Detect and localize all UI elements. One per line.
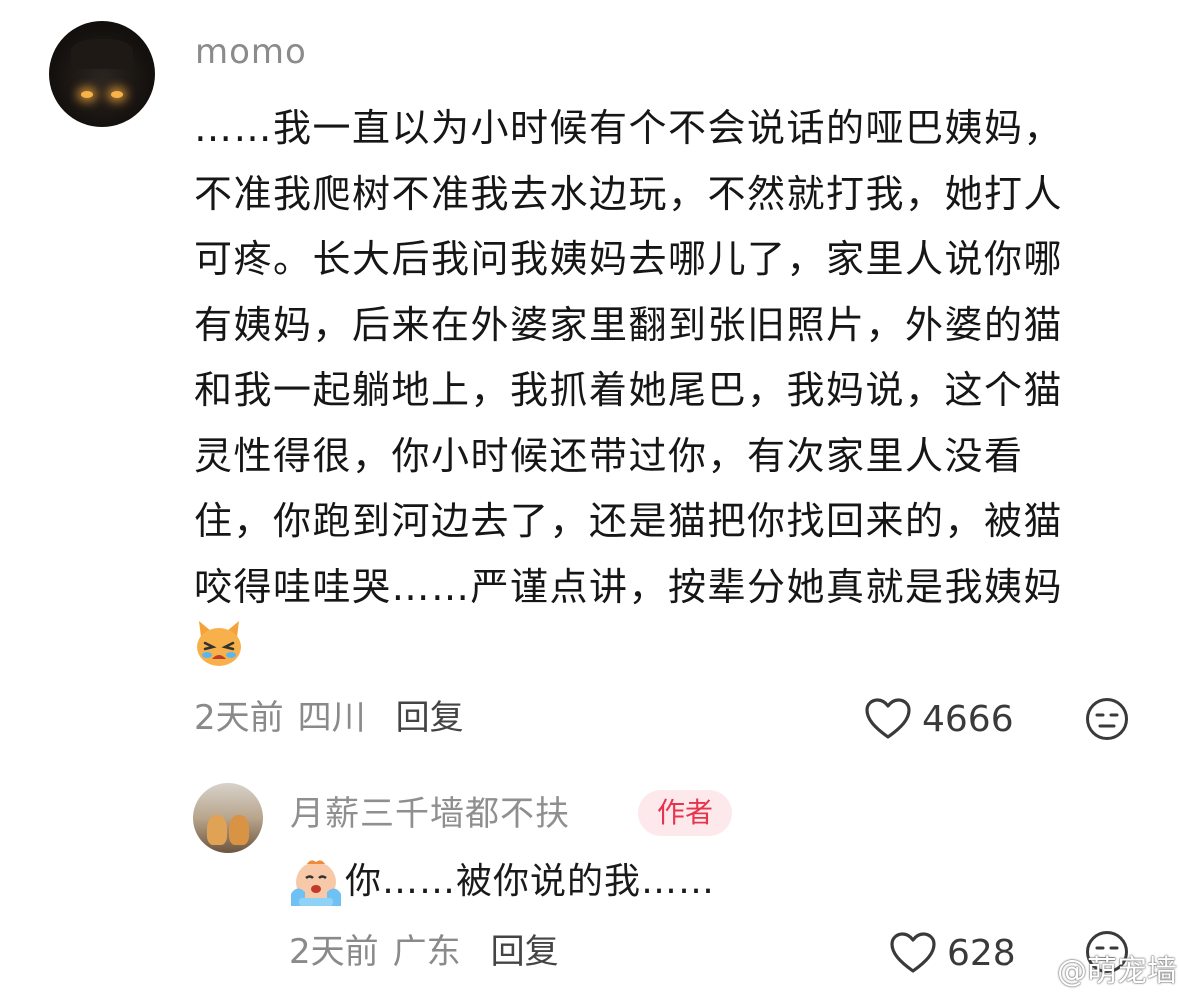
comment-line: 住，你跑到河边去了，还是猫把你找回来的，被猫: [194, 499, 1064, 543]
like-button[interactable]: 4666: [864, 695, 1014, 743]
watermark: @萌宠墙: [1003, 946, 1177, 990]
reply-like-button[interactable]: 628: [889, 929, 1016, 977]
comment-location: 四川: [297, 698, 366, 738]
reply-button[interactable]: 回复: [396, 698, 464, 738]
comment-line: 有姨妈，后来在外婆家里翻到张旧照片，外婆的猫: [194, 302, 1064, 347]
author-badge: 作者: [638, 790, 732, 836]
avatar-cat: [229, 815, 249, 845]
reply-reply-button[interactable]: 回复: [491, 932, 559, 972]
comment-line: 不准我爬树不准我去水边玩，不然就打我，她打人: [194, 171, 1064, 216]
comment-username[interactable]: momo: [195, 28, 307, 76]
avatar-cat-eye-left: [81, 91, 93, 98]
comment-line: 咬得哇哇哭……严谨点讲，按辈分她真就是我姨妈: [194, 564, 1064, 609]
weibo-icon: [1004, 954, 1049, 985]
heart-icon: [865, 698, 911, 739]
comment-line: 和我一起躺地上，我抓着她尾巴，我妈说，这个猫: [194, 368, 1064, 412]
neutral-face-icon[interactable]: [1085, 697, 1129, 741]
like-count: 4666: [922, 698, 1014, 740]
avatar[interactable]: [49, 21, 155, 127]
reply-time: 2天前: [289, 932, 379, 972]
reply-meta: 2天前 广东 回复: [289, 928, 559, 976]
comment-time: 2天前: [194, 698, 284, 738]
avatar-cat: [207, 815, 227, 845]
reply-location: 广东: [392, 932, 461, 972]
comment-meta: 2天前 四川 回复: [194, 694, 464, 742]
comment-line: ……我一直以为小时候有个不会说话的哑巴姨妈，: [194, 106, 1064, 150]
reply-text: 你……被你说的我……: [345, 861, 716, 902]
avatar-cat-eye-right: [111, 91, 123, 98]
reply-avatar[interactable]: [193, 783, 263, 853]
comment-text: ……我一直以为小时候有个不会说话的哑巴姨妈， 不准我爬树不准我去水边玩，不然就打…: [194, 96, 1124, 620]
crying-cat-emoji-icon: [197, 621, 241, 666]
comment-line: 灵性得很，你小时候还带过你，有次家里人没看: [194, 433, 1024, 478]
avatar-cat-ears: [71, 39, 133, 69]
heart-icon: [890, 932, 936, 973]
watermark-text: @萌宠墙: [1057, 954, 1177, 989]
reply-username[interactable]: 月薪三千墙都不扶: [290, 790, 570, 838]
comment-line: 可疼。长大后我问我姨妈去哪儿了，家里人说你哪: [194, 237, 1064, 281]
crying-face-emoji-icon: [291, 860, 341, 906]
